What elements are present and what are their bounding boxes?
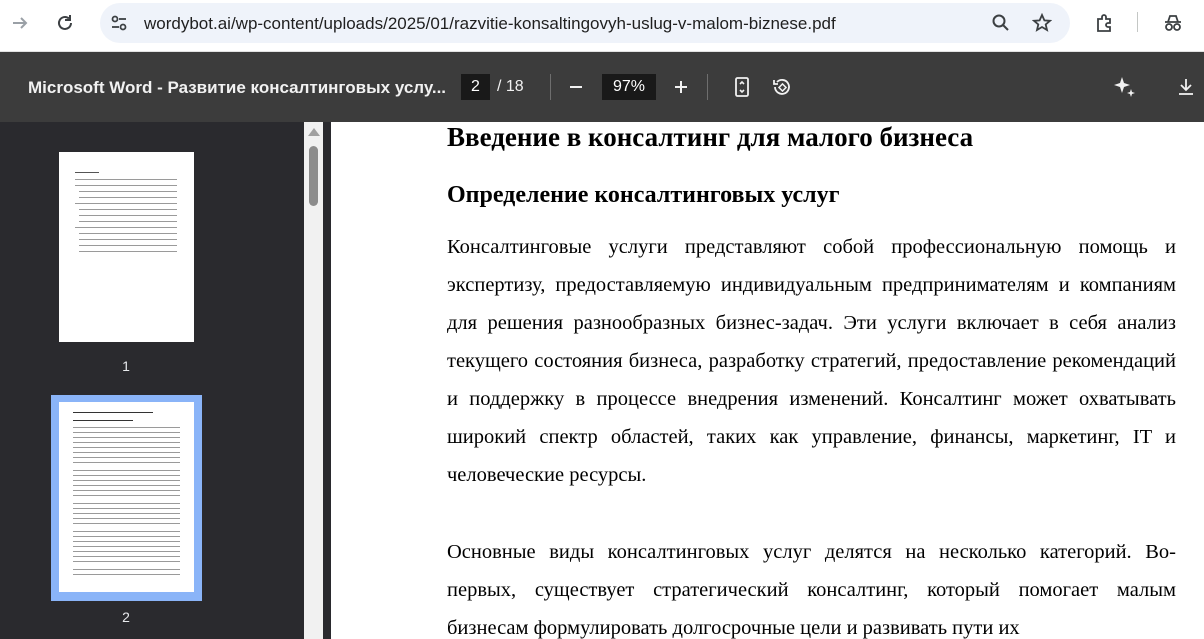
thumbnail-sidebar: 1 2 — [0, 122, 304, 639]
scrollbar-thumb[interactable] — [309, 146, 318, 206]
document-title: Microsoft Word - Развитие консалтинговых… — [28, 78, 447, 97]
pdf-page: Введение в консалтинг для малого бизнеса… — [331, 122, 1204, 639]
browser-toolbar: wordybot.ai/wp-content/uploads/2025/01/r… — [0, 0, 1204, 52]
toolbar-divider — [1137, 12, 1138, 32]
zoom-level-input[interactable]: 97% — [602, 74, 656, 100]
page-thumbnail-2[interactable] — [59, 402, 194, 592]
rotate-icon[interactable] — [767, 72, 797, 102]
page-thumbnail-1[interactable] — [59, 152, 194, 342]
page-gap — [323, 122, 331, 639]
ai-sparkle-icon[interactable] — [1110, 72, 1140, 102]
thumbnail-label-1: 1 — [122, 358, 130, 374]
pdf-toolbar: Microsoft Word - Развитие консалтинговых… — [0, 52, 1204, 122]
thumbnail-label-2: 2 — [122, 609, 130, 625]
bookmark-star-icon[interactable] — [1029, 10, 1055, 36]
site-info-icon[interactable] — [106, 10, 132, 36]
fit-page-icon[interactable] — [727, 72, 757, 102]
zoom-magnifier-icon[interactable] — [988, 10, 1014, 36]
url-host: wordybot.ai — [144, 14, 231, 33]
extensions-puzzle-icon[interactable] — [1090, 8, 1120, 38]
toolbar-separator — [707, 74, 708, 100]
download-icon[interactable] — [1171, 72, 1201, 102]
page-total: / 18 — [497, 78, 524, 95]
url-text[interactable]: wordybot.ai/wp-content/uploads/2025/01/r… — [144, 14, 836, 34]
paragraph-2: Основные виды консалтинговых услуг делят… — [447, 541, 1176, 639]
page-heading: Введение в консалтинг для малого бизнеса — [447, 122, 974, 152]
sidebar-scrollbar[interactable] — [304, 122, 323, 639]
toolbar-separator — [550, 74, 551, 100]
section-heading: Определение консалтинговых услуг — [447, 182, 840, 208]
zoom-in-icon[interactable] — [666, 72, 696, 102]
paragraph-1: Консалтинговые услуги представляют собой… — [447, 236, 1176, 486]
reload-icon[interactable] — [48, 6, 82, 40]
page-number-input[interactable]: 2 — [461, 74, 490, 100]
url-path: /wp-content/uploads/2025/01/razvitie-kon… — [230, 14, 836, 33]
profile-incognito-icon[interactable] — [1158, 8, 1188, 38]
forward-arrow-icon[interactable] — [3, 6, 37, 40]
scroll-up-arrow-icon[interactable] — [308, 128, 320, 136]
address-bar[interactable]: wordybot.ai/wp-content/uploads/2025/01/r… — [100, 3, 1070, 43]
zoom-out-icon[interactable] — [561, 72, 591, 102]
